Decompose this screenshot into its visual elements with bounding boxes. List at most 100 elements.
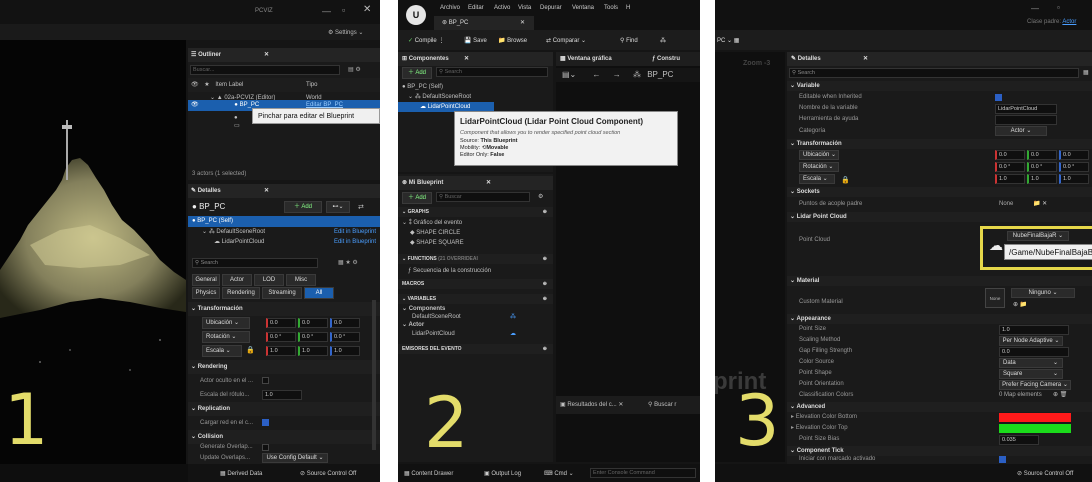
viewport-tab[interactable]: ▦ Ventana gráfica (560, 56, 612, 62)
close-tab-icon[interactable]: ✕ (863, 52, 868, 66)
source-control-button[interactable]: ⊘ Source Control Off (1017, 470, 1073, 477)
add-macro-icon[interactable]: ⊕ (543, 279, 547, 289)
location-z[interactable]: 0.0 (1059, 150, 1089, 160)
point-cloud-thumbnail-icon[interactable]: ☁ (989, 237, 1003, 254)
menu-activo[interactable]: Activo (494, 5, 510, 11)
blueprint-options-button[interactable]: ⊷⌄ (326, 201, 350, 213)
close-tab-icon[interactable]: ✕ (464, 52, 469, 66)
var-lidar-point-cloud[interactable]: LidarPointCloud ☁ (398, 330, 553, 339)
elevation-top-swatch[interactable] (999, 424, 1071, 433)
rotation-y[interactable]: 0.0 ° (298, 332, 328, 342)
close-tab-icon[interactable]: ✕ (520, 16, 525, 30)
location-y[interactable]: 0.0 (1027, 150, 1057, 160)
rotation-dropdown[interactable]: Rotación ⌄ (202, 331, 250, 343)
details-search-input[interactable]: ⚲ Search (789, 68, 1079, 78)
type-column[interactable]: Tipo (306, 78, 317, 92)
location-dropdown[interactable]: Ubicación ⌄ (799, 150, 839, 160)
maximize-icon[interactable]: ▫ (342, 5, 345, 15)
location-y[interactable]: 0.0 (298, 318, 328, 328)
add-graph-icon[interactable]: ⊕ (543, 207, 547, 217)
add-dispatcher-icon[interactable]: ⊕ (543, 344, 547, 354)
add-member-button[interactable]: ＋ Add (402, 192, 432, 204)
my-blueprint-search[interactable]: ⚲ Buscar (436, 192, 530, 202)
filter-rendering[interactable]: Rendering (222, 287, 260, 299)
filter-streaming[interactable]: Streaming (262, 287, 302, 299)
results-tab[interactable]: ▣ Resultados del c... ✕ (560, 402, 623, 408)
eye-icon[interactable]: 👁 (191, 82, 199, 88)
rotation-z[interactable]: 0.0 ° (1059, 162, 1089, 172)
close-icon[interactable]: ✕ (363, 4, 371, 15)
close-tab-icon[interactable]: ✕ (264, 48, 269, 62)
menu-ventana[interactable]: Ventana (572, 5, 594, 11)
scale-z[interactable]: 1.0 (330, 346, 360, 356)
filter-misc[interactable]: Misc (286, 274, 316, 286)
section-lidar-point-cloud[interactable]: ⌄ Lidar Point Cloud (787, 212, 1092, 222)
gap-filling-input[interactable]: 0.0 (999, 347, 1069, 357)
filter-lod[interactable]: LOD (254, 274, 284, 286)
outliner-search-input[interactable]: Buscar... (190, 65, 340, 75)
event-shape-circle[interactable]: ◆ SHAPE CIRCLE (398, 228, 553, 238)
browse-socket-icon[interactable]: 📁 ✕ (1033, 198, 1047, 210)
lock-icon[interactable]: 🔒 (841, 174, 850, 185)
add-component-button[interactable]: ＋ Add (402, 67, 432, 79)
gen-overlap-checkbox[interactable] (262, 444, 269, 451)
item-label-column[interactable]: Item Label (215, 82, 243, 88)
var-actor-group[interactable]: ⌄ Actor (398, 321, 553, 330)
output-log-button[interactable]: ▣ Output Log (484, 470, 521, 477)
start-tick-checkbox[interactable] (999, 456, 1006, 463)
close-tab-icon[interactable]: ✕ (486, 176, 491, 190)
filter-icon[interactable]: ▤ ⚙ (348, 66, 361, 73)
tooltip-scale-input[interactable]: 1.0 (262, 390, 302, 400)
section-material[interactable]: ⌄ Material (787, 276, 1092, 286)
forward-icon[interactable]: → (613, 70, 621, 79)
comp-root-row[interactable]: ⌄ ⁂ DefaultSceneRoot (398, 92, 553, 102)
hierarchy-icon[interactable]: ⁂ (633, 70, 641, 79)
edit-in-blueprint-link[interactable]: Edit in Blueprint (334, 237, 376, 247)
close-tab-icon[interactable]: ✕ (264, 184, 269, 198)
details-search-input[interactable]: ⚲ Search (192, 258, 318, 268)
rotation-z[interactable]: 0.0 ° (330, 332, 360, 342)
net-load-checkbox[interactable] (262, 419, 269, 426)
level-viewport[interactable]: 1 (0, 40, 186, 464)
menu-archivo[interactable]: Archivo (440, 5, 460, 11)
view-menu-icon[interactable]: ▤⌄ (562, 70, 576, 79)
custom-material-dropdown[interactable]: Ninguno ⌄ (1011, 288, 1075, 298)
filter-physics[interactable]: Physics (192, 287, 220, 299)
menu-vista[interactable]: Vista (518, 5, 531, 11)
view-options-icon[interactable]: ▦ (1083, 69, 1089, 76)
scale-dropdown[interactable]: Escala ⌄ (799, 174, 835, 184)
maximize-icon[interactable]: ▫ (1057, 3, 1060, 12)
section-sockets[interactable]: ⌄ Sockets (787, 187, 1092, 197)
point-shape-dropdown[interactable]: Square ⌄ (999, 369, 1063, 379)
section-rendering[interactable]: ⌄ Rendering (188, 360, 380, 374)
save-button[interactable]: 💾 Save (464, 37, 487, 44)
rotation-x[interactable]: 0.0 ° (995, 162, 1025, 172)
category-dropdown[interactable]: Actor ⌄ (995, 126, 1047, 136)
material-thumbnail[interactable]: None (985, 288, 1005, 308)
point-size-input[interactable]: 1.0 (999, 325, 1069, 335)
content-drawer-button[interactable]: ▦ Content Drawer (404, 470, 453, 477)
point-cloud-asset-dropdown[interactable]: NubeFinalBajaR ⌄ (1007, 231, 1069, 241)
component-row-lidar[interactable]: ☁ LidarPointCloud Edit in Blueprint (188, 237, 380, 247)
browse-button[interactable]: 📁 Browse (498, 37, 527, 44)
toolbar-pc-dropdown[interactable]: PC ⌄ ▦ (717, 37, 739, 44)
scale-y[interactable]: 1.0 (298, 346, 328, 356)
point-orientation-dropdown[interactable]: Prefer Facing Camera ⌄ (999, 380, 1071, 390)
color-source-dropdown[interactable]: Data ⌄ (999, 358, 1063, 368)
details-scrollbar[interactable] (372, 300, 376, 450)
scale-x[interactable]: 1.0 (266, 346, 296, 356)
scale-y[interactable]: 1.0 (1027, 174, 1057, 184)
find-button[interactable]: ⚲ Find (620, 37, 638, 44)
search-results-input[interactable]: ⚲ Buscar r (648, 396, 676, 414)
section-variable[interactable]: ⌄ Variable (787, 81, 1092, 91)
cmd-dropdown[interactable]: ⌨ Cmd ⌄ (544, 470, 574, 477)
location-dropdown[interactable]: Ubicación ⌄ (202, 317, 250, 329)
scaling-method-dropdown[interactable]: Per Node Adaptive ⌄ (999, 336, 1063, 346)
rotation-y[interactable]: 0.0 ° (1027, 162, 1057, 172)
point-size-bias-input[interactable]: 0.035 (999, 435, 1039, 445)
construction-script-row[interactable]: ƒ Secuencia de la construcción (398, 266, 553, 276)
section-transform[interactable]: ⌄ Transformación (787, 139, 1092, 149)
elevation-bottom-swatch[interactable] (999, 413, 1071, 422)
material-browse-icon[interactable]: ⊕ 📁 (1013, 301, 1027, 308)
blueprint-tab[interactable]: ⊛ BP_PC ✕ (434, 16, 534, 30)
